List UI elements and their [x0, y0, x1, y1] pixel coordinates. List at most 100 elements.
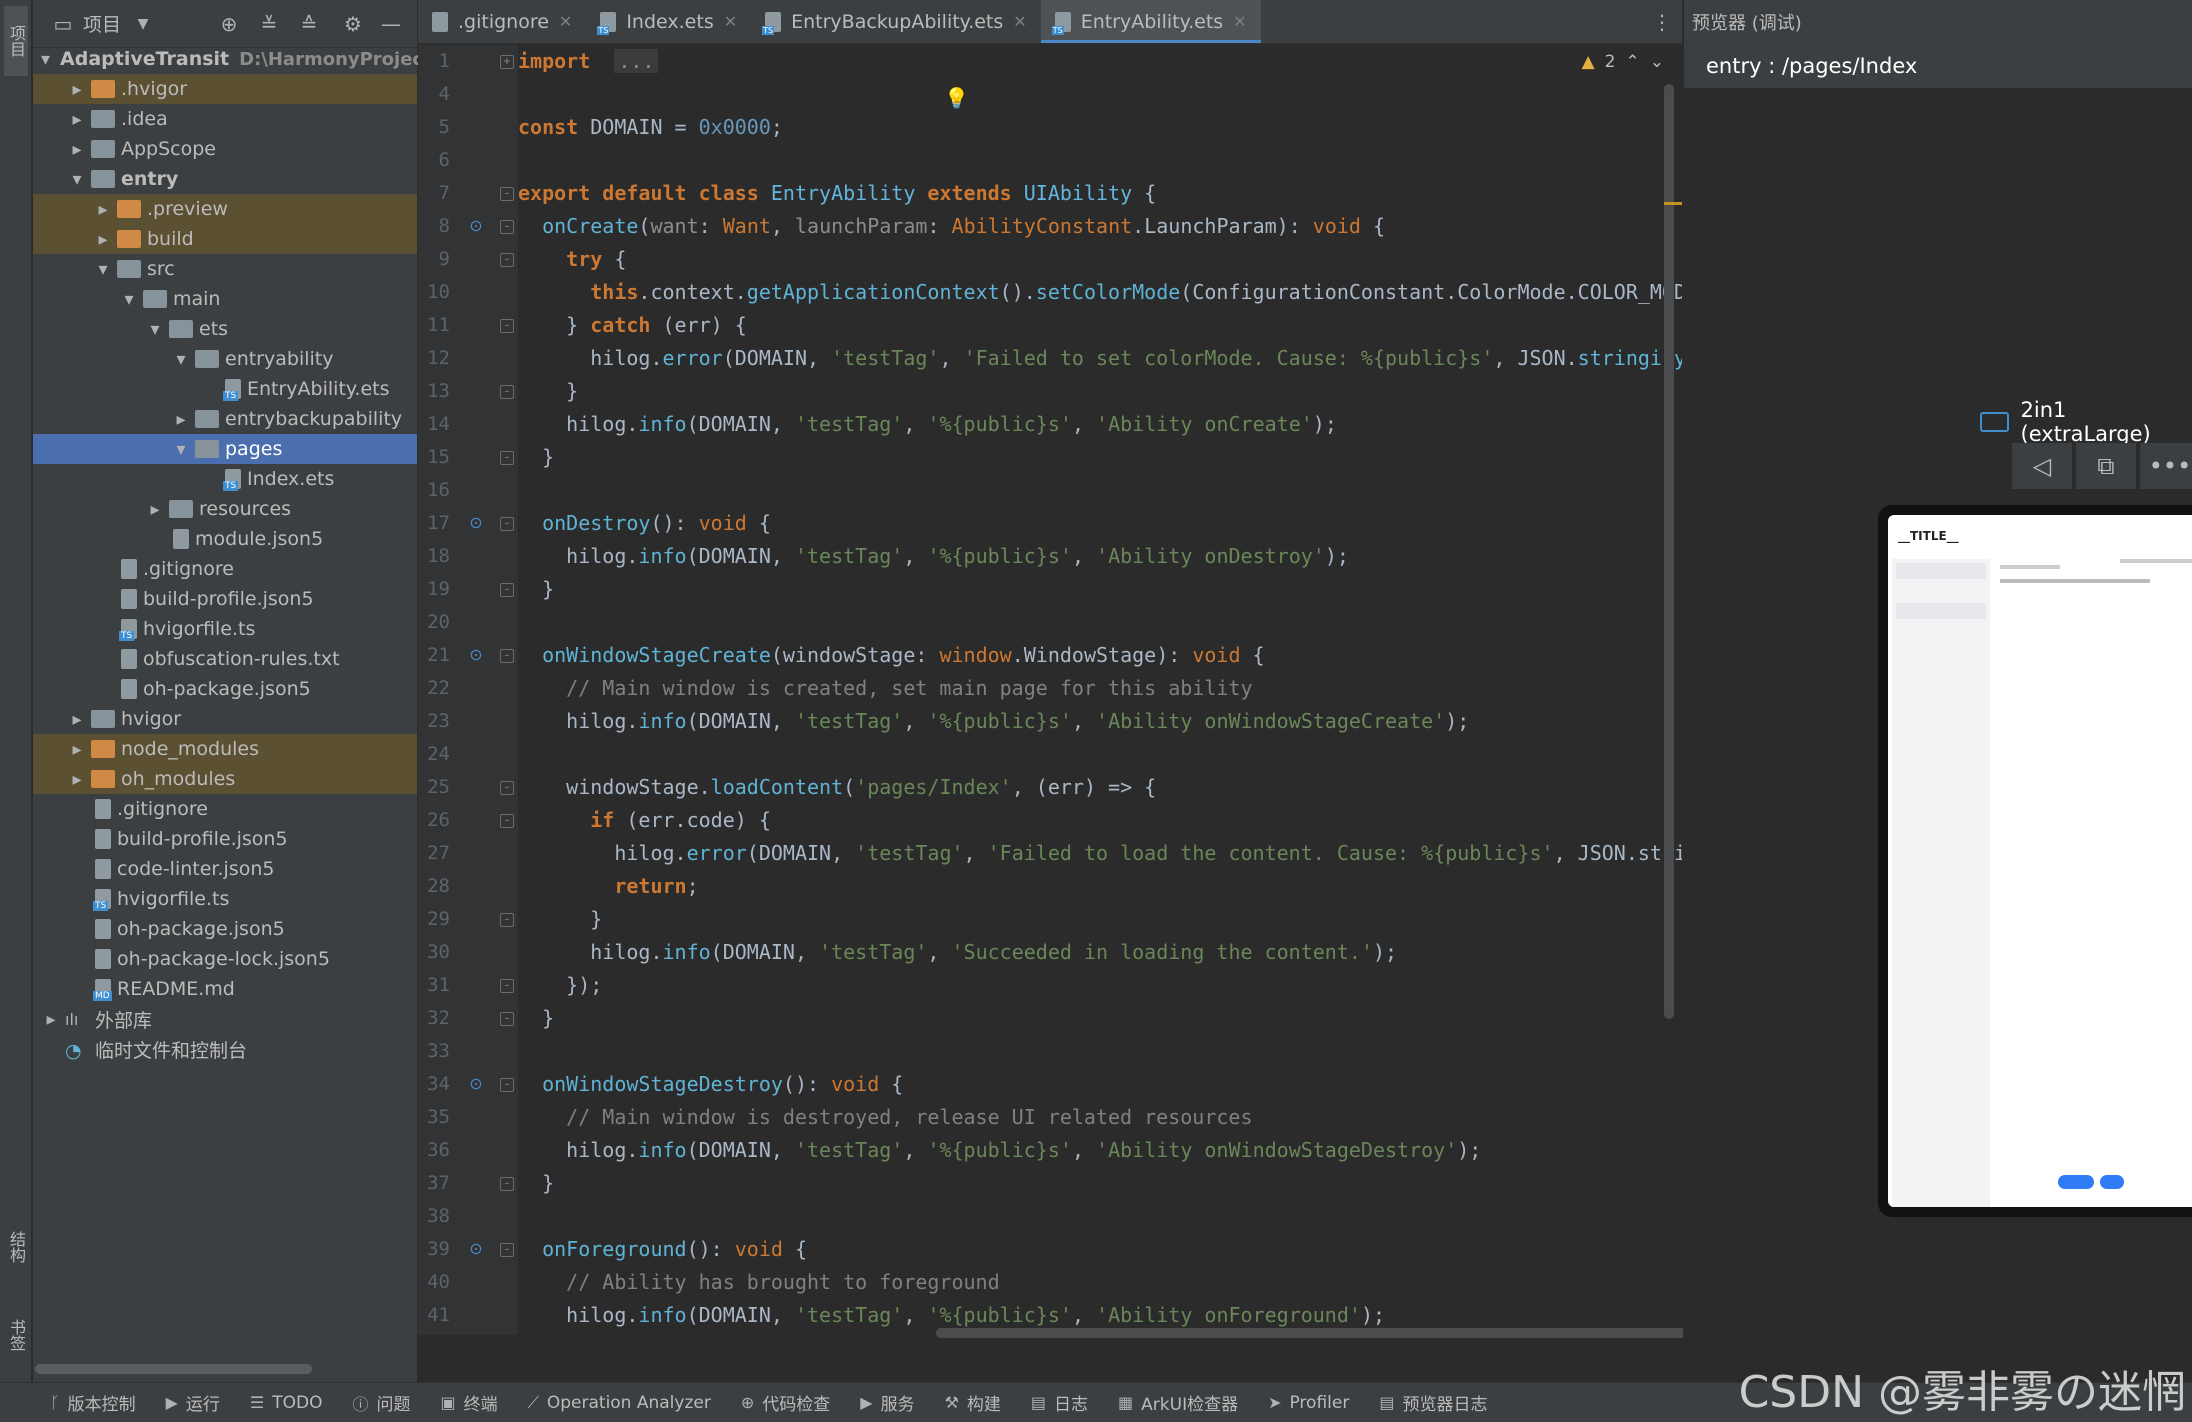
rotate-device-icon[interactable]: ⧉: [2076, 443, 2136, 489]
fold-toggle-icon[interactable]: –: [500, 649, 514, 663]
next-highlight-icon[interactable]: ⌄: [1650, 52, 1664, 72]
code-line[interactable]: hilog.error(DOMAIN, 'testTag', 'Failed t…: [518, 837, 1682, 870]
tree-row[interactable]: ◔ 临时文件和控制台: [33, 1034, 417, 1064]
fold-toggle-icon[interactable]: –: [500, 1243, 514, 1257]
code-line[interactable]: hilog.error(DOMAIN, 'testTag', 'Failed t…: [518, 342, 1682, 375]
project-tool-tab[interactable]: 项目: [4, 6, 28, 76]
bottom-tool-profiler[interactable]: ➤ Profiler: [1268, 1393, 1349, 1413]
code-line[interactable]: if (err.code) {: [518, 804, 771, 837]
back-icon[interactable]: ◁: [2012, 443, 2072, 489]
device-selector[interactable]: 2in1 (extraLarge): [1980, 398, 2192, 446]
chevron-right-icon[interactable]: ▸: [67, 79, 87, 100]
chevron-down-icon[interactable]: ▾: [41, 49, 50, 70]
tree-row[interactable]: obfuscation-rules.txt: [33, 644, 417, 674]
editor-tab[interactable]: EntryBackupAbility.ets ✕: [751, 0, 1041, 43]
code-line[interactable]: const DOMAIN = 0x0000;: [518, 111, 783, 144]
override-marker-icon[interactable]: ⊙: [466, 216, 486, 236]
code-line[interactable]: onWindowStageCreate(windowStage: window.…: [518, 639, 1265, 672]
code-line[interactable]: hilog.info(DOMAIN, 'testTag', '%{public}…: [518, 705, 1469, 738]
close-icon[interactable]: ✕: [1233, 12, 1246, 31]
editor-tab[interactable]: EntryAbility.ets ✕: [1040, 0, 1261, 43]
bottom-tool-services[interactable]: ▶ 服务: [860, 1390, 914, 1415]
chevron-right-icon[interactable]: ▸: [67, 109, 87, 130]
chevron-down-icon[interactable]: ▾: [145, 319, 165, 340]
code-line[interactable]: }: [518, 573, 554, 606]
editor-tab[interactable]: Index.ets ✕: [586, 0, 751, 43]
project-view-icon[interactable]: ▭: [51, 12, 75, 36]
fold-toggle-icon[interactable]: –: [500, 451, 514, 465]
tree-row[interactable]: hvigorfile.ts: [33, 614, 417, 644]
code-line[interactable]: hilog.info(DOMAIN, 'testTag', 'Succeeded…: [518, 936, 1397, 969]
bottom-tool-arkui-inspector[interactable]: ▦ ArkUI检查器: [1118, 1390, 1238, 1415]
tree-row[interactable]: ▾ ets: [33, 314, 417, 344]
tree-row[interactable]: .gitignore: [33, 554, 417, 584]
code-line[interactable]: windowStage.loadContent('pages/Index', (…: [518, 771, 1156, 804]
chevron-right-icon[interactable]: ▸: [41, 1009, 61, 1030]
tree-row[interactable]: ▾ entry: [33, 164, 417, 194]
tree-row[interactable]: build-profile.json5: [33, 824, 417, 854]
bottom-tool-log[interactable]: ▤ 日志: [1031, 1390, 1088, 1415]
override-marker-icon[interactable]: ⊙: [466, 513, 486, 533]
tree-row[interactable]: code-linter.json5: [33, 854, 417, 884]
tree-row[interactable]: ▾ pages: [33, 434, 417, 464]
code-line[interactable]: });: [518, 969, 602, 1002]
bottom-tool-code-check[interactable]: ⊕ 代码检查: [741, 1390, 830, 1415]
code-line[interactable]: onForeground(): void {: [518, 1233, 807, 1266]
chevron-down-icon[interactable]: ▾: [171, 349, 191, 370]
bottom-tool-analyzer[interactable]: ⟋ Operation Analyzer: [528, 1393, 711, 1413]
fold-toggle-icon[interactable]: –: [500, 814, 514, 828]
tree-row[interactable]: ▸ .preview: [33, 194, 417, 224]
close-icon[interactable]: ✕: [1013, 12, 1026, 31]
code-line[interactable]: }: [518, 1167, 554, 1200]
tree-row[interactable]: ▸ entrybackupability: [33, 404, 417, 434]
device-screen[interactable]: __TITLE__: [1888, 515, 2192, 1207]
tree-row[interactable]: ▸ .hvigor: [33, 74, 417, 104]
code-line[interactable]: } catch (err) {: [518, 309, 747, 342]
expand-all-icon[interactable]: ≚: [257, 12, 281, 36]
tree-row[interactable]: ▸ oh_modules: [33, 764, 417, 794]
code-line[interactable]: export default class EntryAbility extend…: [518, 177, 1156, 210]
tree-row[interactable]: oh-package.json5: [33, 914, 417, 944]
chevron-right-icon[interactable]: ▸: [93, 229, 113, 250]
tree-row[interactable]: Index.ets: [33, 464, 417, 494]
override-marker-icon[interactable]: ⊙: [466, 645, 486, 665]
code-area[interactable]: 1 +4 5 6 7–8 ⊙ –9–10 11–12 13–14 15–16 17 ⊙ –18 19–20…: [418, 45, 1682, 1335]
tree-row[interactable]: hvigorfile.ts: [33, 884, 417, 914]
fold-toggle-icon[interactable]: –: [500, 781, 514, 795]
inspection-widget[interactable]: ▲ 2 ⌃ ⌄: [1582, 52, 1664, 72]
tree-row[interactable]: ▾ main: [33, 284, 417, 314]
fold-toggle-icon[interactable]: –: [500, 517, 514, 531]
code-line[interactable]: import ...: [518, 45, 659, 78]
tree-row[interactable]: ▾ entryability: [33, 344, 417, 374]
fold-toggle-icon[interactable]: +: [500, 55, 514, 69]
chevron-down-icon[interactable]: ▾: [93, 259, 113, 280]
bottom-tool-branch[interactable]: ᚴ 版本控制: [50, 1390, 136, 1415]
fold-toggle-icon[interactable]: –: [500, 1177, 514, 1191]
bookmarks-tool-tab[interactable]: 书签: [4, 1300, 28, 1370]
chevron-right-icon[interactable]: ▸: [93, 199, 113, 220]
override-marker-icon[interactable]: ⊙: [466, 1239, 486, 1259]
minimize-icon[interactable]: —: [379, 12, 403, 36]
code-line[interactable]: return;: [518, 870, 698, 903]
tree-row[interactable]: ▸ hvigor: [33, 704, 417, 734]
code-line[interactable]: // Ability has brought to foreground: [518, 1266, 999, 1299]
tree-row[interactable]: .gitignore: [33, 794, 417, 824]
tree-row[interactable]: ▸ build: [33, 224, 417, 254]
fold-toggle-icon[interactable]: –: [500, 913, 514, 927]
code-line[interactable]: // Main window is created, set main page…: [518, 672, 1252, 705]
fold-toggle-icon[interactable]: –: [500, 319, 514, 333]
chevron-down-icon[interactable]: ▼: [131, 12, 155, 36]
close-icon[interactable]: ✕: [559, 12, 572, 31]
chevron-right-icon[interactable]: ▸: [67, 739, 87, 760]
project-panel-title[interactable]: 项目: [83, 10, 121, 37]
screen-primary-button[interactable]: [2058, 1175, 2094, 1189]
lightbulb-icon[interactable]: 💡: [944, 86, 969, 110]
code-line[interactable]: }: [518, 441, 554, 474]
code-line[interactable]: hilog.info(DOMAIN, 'testTag', '%{public}…: [518, 408, 1337, 441]
bottom-tool-terminal[interactable]: ▣ 终端: [441, 1390, 498, 1415]
project-horizontal-scrollbar[interactable]: [35, 1364, 312, 1374]
chevron-down-icon[interactable]: ▾: [67, 169, 87, 190]
tree-row[interactable]: ▾ src: [33, 254, 417, 284]
tree-row[interactable]: build-profile.json5: [33, 584, 417, 614]
chevron-right-icon[interactable]: ▸: [171, 409, 191, 430]
